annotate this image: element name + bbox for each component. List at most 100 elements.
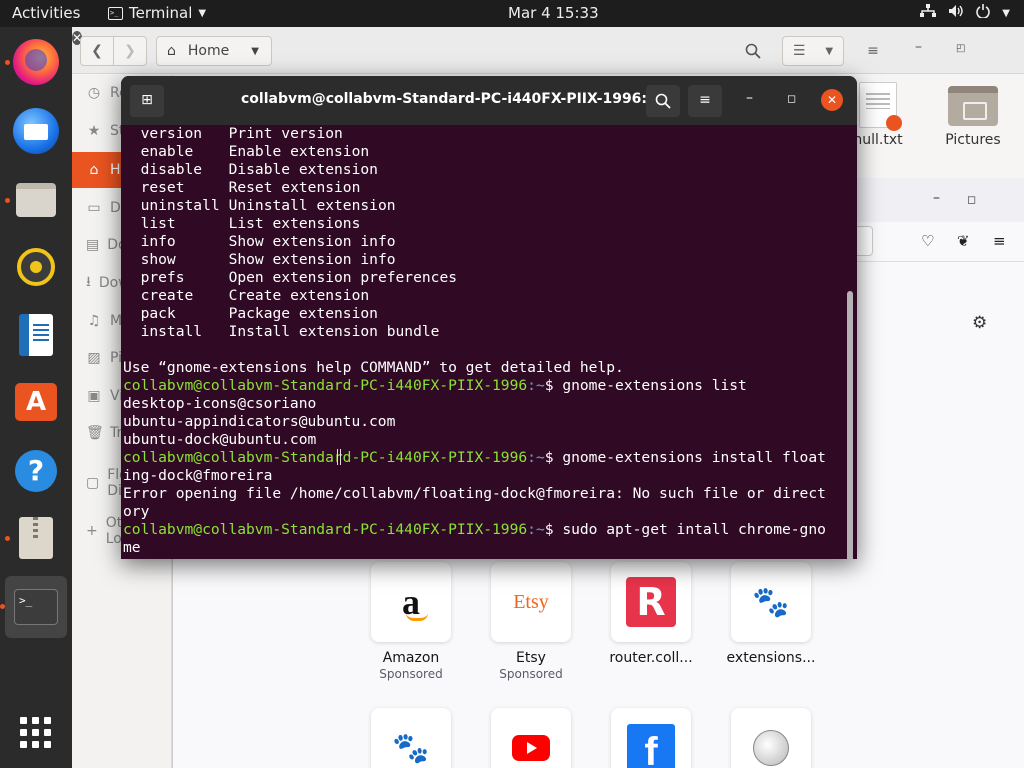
running-indicator <box>0 604 5 609</box>
terminal-titlebar[interactable]: ⊞ collabvm@collabvm-Standard-PC-i440FX-P… <box>121 76 857 125</box>
hamburger-icon[interactable]: ≡ <box>993 232 1006 250</box>
dock-thunderbird[interactable] <box>8 101 64 161</box>
help-description: Print version <box>228 125 343 142</box>
shortcut-tile: R <box>611 562 691 642</box>
dock-firefox[interactable] <box>5 32 64 92</box>
help-command: prefs <box>140 269 185 286</box>
new-tab-button[interactable]: ⊞ <box>130 85 164 117</box>
output-text: ory <box>123 503 150 520</box>
help-row: list List extensions <box>123 215 845 233</box>
help-row: create Create extension <box>123 287 845 305</box>
caret-down-icon: ▼ <box>251 45 259 57</box>
help-row: disable Disable extension <box>123 161 845 179</box>
output-text: ubuntu-appindicators@ubuntu.com <box>123 413 396 430</box>
extensions-icon[interactable]: ❦ <box>957 232 970 250</box>
running-indicator <box>5 60 10 65</box>
archive-icon <box>19 517 53 559</box>
output-text: ubuntu-dock@ubuntu.com <box>123 431 317 448</box>
volume-icon[interactable] <box>948 4 964 22</box>
gnome-paw-logo: 🐾 <box>752 584 790 620</box>
help-row: uninstall Uninstall extension <box>123 197 845 215</box>
view-options-button[interactable]: ☰ ▼ <box>782 36 844 66</box>
network-icon[interactable] <box>920 4 937 22</box>
hamburger-icon: ≡ <box>699 92 711 108</box>
help-row: show Show extension info <box>123 251 845 269</box>
shortcut-etsy[interactable]: Etsy Etsy Sponsored <box>481 562 581 681</box>
files-menu-button[interactable]: ≡ <box>856 36 890 66</box>
help-description: Create extension <box>228 287 370 304</box>
maximize-button[interactable]: ◰ <box>956 43 965 54</box>
minimize-button[interactable]: – <box>915 39 922 55</box>
minimize-button[interactable]: – <box>933 190 940 206</box>
system-tray[interactable]: ▼ <box>920 4 1010 22</box>
shortcut-tile <box>731 708 811 768</box>
terminal-icon: >_ <box>108 6 123 20</box>
chevron-down-icon[interactable]: ▼ <box>1002 8 1010 19</box>
power-icon[interactable] <box>976 4 991 22</box>
forward-button[interactable]: ❯ <box>113 36 147 66</box>
minimize-button[interactable]: – <box>746 90 753 106</box>
prompt-user: collabvm@collabvm-Standard-PC-i440FX-PII… <box>123 521 528 538</box>
shortcut-gnome[interactable]: 🐾 <box>361 708 461 768</box>
help-row: enable Enable extension <box>123 143 845 161</box>
command-text: gnome-extensions list <box>562 377 747 394</box>
shortcut-tile: a <box>371 562 451 642</box>
files-icon <box>16 183 56 217</box>
folder-pictures[interactable]: Pictures <box>933 82 1013 148</box>
dock-help[interactable]: ? <box>8 441 64 501</box>
terminal-menu-button[interactable]: ≡ <box>688 85 722 117</box>
amazon-logo: a <box>402 582 428 622</box>
activities-button[interactable]: Activities <box>12 4 80 22</box>
close-button[interactable]: ✕ <box>821 89 843 111</box>
dock-writer[interactable] <box>8 305 64 365</box>
gnome-paw-logo: 🐾 <box>392 730 430 766</box>
maximize-button[interactable]: ◻ <box>967 193 976 206</box>
pocket-icon[interactable]: ♡ <box>921 232 934 250</box>
back-button[interactable]: ❮ <box>80 36 114 66</box>
terminal-output[interactable]: version Print version enable Enable extens… <box>123 125 845 559</box>
prompt-user: collabvm@collabvm-Standard-PC-i440FX-PII… <box>123 449 528 466</box>
writer-icon <box>19 314 53 356</box>
trash-icon: 🗑 <box>86 425 104 441</box>
help-description: List extensions <box>228 215 361 232</box>
star-icon: ★ <box>87 123 101 139</box>
terminal-window[interactable]: ⊞ collabvm@collabvm-Standard-PC-i440FX-P… <box>121 76 857 559</box>
clock[interactable]: Mar 4 15:33 <box>508 4 599 22</box>
search-button[interactable] <box>736 36 770 66</box>
output-line: Use “gnome-extensions help COMMAND” to g… <box>123 359 845 377</box>
help-command: version <box>140 125 203 142</box>
output-text: desktop-icons@csoriano <box>123 395 317 412</box>
help-command: info <box>140 233 176 250</box>
picture-icon: ▨ <box>87 350 101 366</box>
dock-software[interactable]: A <box>8 372 64 432</box>
terminal-search-button[interactable] <box>646 85 680 117</box>
help-description: Reset extension <box>228 179 361 196</box>
help-command: disable <box>140 161 203 178</box>
app-menu[interactable]: >_ Terminal ▼ <box>108 4 206 22</box>
dock-terminal[interactable]: >_ <box>0 576 67 638</box>
shortcut-facebook[interactable]: f <box>601 708 701 768</box>
shortcut-router[interactable]: R router.coll... <box>601 562 701 666</box>
shortcut-amazon[interactable]: a Amazon Sponsored <box>361 562 461 681</box>
floppy-icon: ▢ <box>86 475 100 491</box>
maximize-button[interactable]: ◻ <box>787 92 796 105</box>
text-file-icon <box>859 82 902 131</box>
shortcut-extensions[interactable]: 🐾 extensions... <box>721 562 821 666</box>
dock-rhythmbox[interactable] <box>8 237 64 297</box>
shortcut-youtube[interactable] <box>481 708 581 768</box>
terminal-scrollbar[interactable] <box>847 291 853 559</box>
shortcut-tile <box>491 708 571 768</box>
help-description: Open extension preferences <box>228 269 458 286</box>
dock-files[interactable] <box>5 170 64 230</box>
list-view-icon: ☰ <box>792 43 806 59</box>
gear-icon[interactable]: ⚙ <box>972 313 987 333</box>
dock-archive[interactable] <box>5 508 64 568</box>
search-icon <box>745 43 761 59</box>
path-bar-home[interactable]: ⌂ Home ▼ <box>156 36 272 66</box>
show-applications-button[interactable] <box>8 703 64 763</box>
output-line: me <box>123 539 845 557</box>
shortcut-wikipedia[interactable] <box>721 708 821 768</box>
dock: A ? >_ <box>0 27 72 768</box>
help-description: Disable extension <box>228 161 378 178</box>
